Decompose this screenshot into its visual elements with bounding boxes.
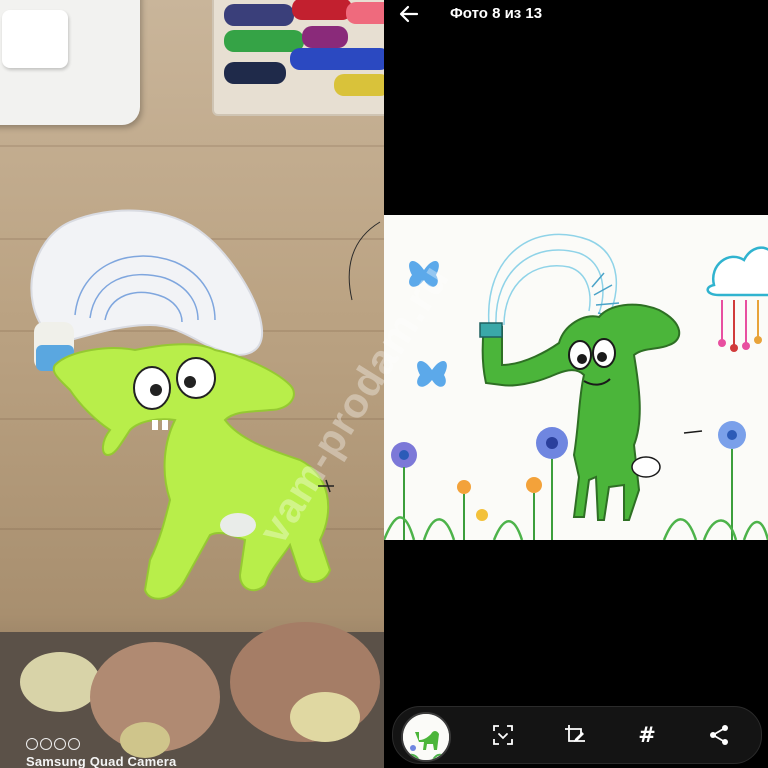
camera-watermark: Samsung Quad Camera bbox=[26, 738, 176, 768]
drawn-butterfly bbox=[417, 360, 447, 387]
share-button[interactable] bbox=[705, 721, 733, 749]
arrow-left-icon bbox=[399, 5, 419, 23]
fabric-pattern bbox=[290, 692, 360, 742]
hashtag-icon: # bbox=[638, 723, 656, 747]
camera-label: Samsung Quad Camera bbox=[26, 754, 177, 768]
drawn-cloud bbox=[706, 246, 768, 297]
scan-button[interactable] bbox=[489, 721, 517, 749]
photo-counter-title: Фото 8 из 13 bbox=[450, 5, 543, 22]
camera-photo: Samsung Quad Camera bbox=[0, 0, 384, 768]
thumbnail-button[interactable] bbox=[401, 712, 451, 762]
fabric-pattern bbox=[20, 652, 100, 712]
quad-lens-icon bbox=[26, 738, 176, 750]
share-icon bbox=[710, 725, 728, 745]
drawing-thumbnail-icon bbox=[403, 714, 449, 760]
gallery-viewer: Фото 8 из 13 # bbox=[384, 0, 768, 768]
crop-edit-icon bbox=[565, 725, 585, 742]
scan-icon bbox=[493, 725, 513, 745]
bottom-toolbar: # bbox=[392, 706, 762, 764]
back-button[interactable] bbox=[396, 3, 422, 25]
hashtag-button[interactable]: # bbox=[633, 721, 661, 749]
drawn-elephant bbox=[481, 303, 681, 521]
viewer-header: Фото 8 из 13 bbox=[384, 0, 768, 30]
plush-elephant bbox=[30, 209, 381, 600]
edit-button[interactable] bbox=[561, 721, 589, 749]
